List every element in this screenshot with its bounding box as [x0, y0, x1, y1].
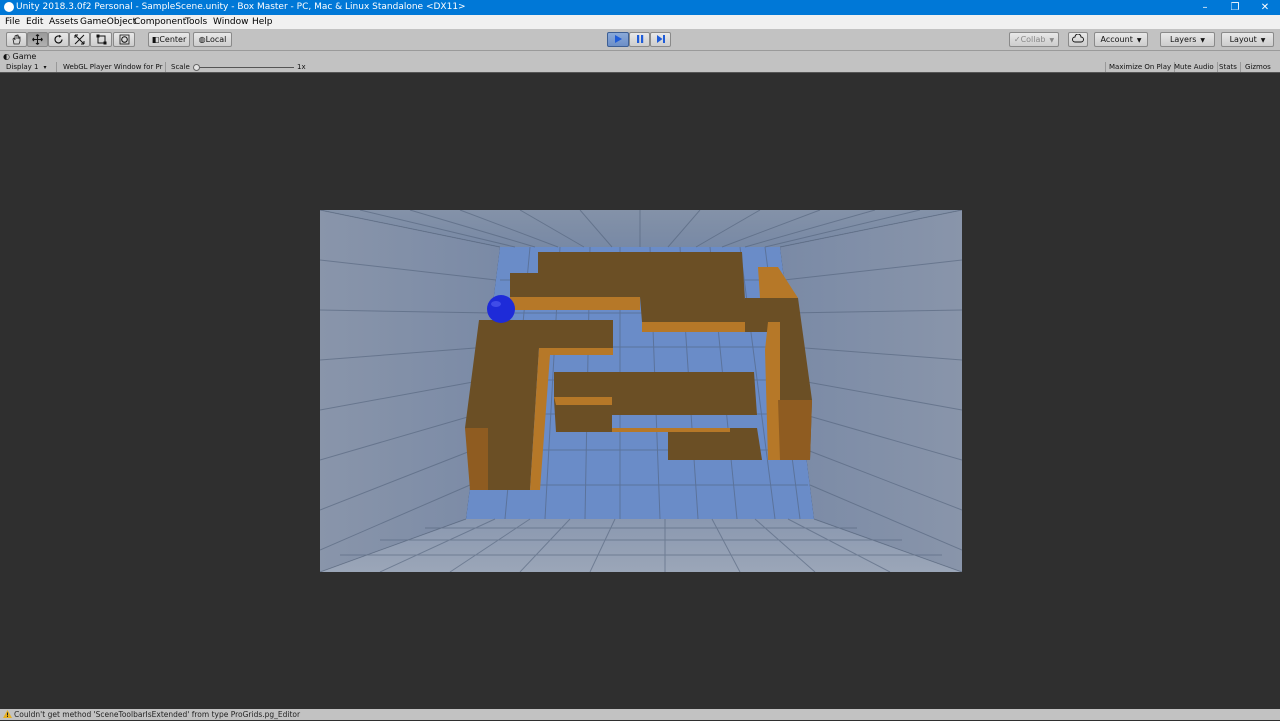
game-controller-icon: ◐ — [3, 52, 10, 61]
scale-tool-button[interactable] — [69, 32, 90, 47]
menu-component[interactable]: Component — [134, 15, 186, 29]
resolution-label: WebGL Player Window for Pr — [63, 63, 163, 71]
maze-scene — [320, 210, 962, 572]
window-title: Unity 2018.3.0f2 Personal - SampleScene.… — [16, 2, 466, 12]
layout-dropdown[interactable]: Layout ▼ — [1221, 32, 1274, 47]
menu-file[interactable]: File — [5, 15, 20, 29]
tab-game-label: Game — [12, 52, 37, 61]
transform-tool-button[interactable] — [113, 32, 135, 47]
mute-audio-toggle[interactable]: Mute Audio — [1171, 62, 1218, 72]
collab-check-icon: ✓ — [1013, 35, 1021, 44]
menu-bar: File Edit Assets GameObject Component To… — [0, 15, 1280, 29]
minimize-button[interactable]: – — [1190, 0, 1220, 15]
rect-transform-icon — [96, 34, 106, 45]
chevron-down-icon: ▼ — [1136, 37, 1142, 44]
scale-label: Scale — [171, 63, 190, 71]
window-titlebar: Unity 2018.3.0f2 Personal - SampleScene.… — [0, 0, 1280, 15]
scale-value: 1x — [297, 63, 306, 71]
rotate-icon — [54, 34, 63, 44]
chevron-down-icon: ▾ — [43, 64, 47, 71]
transform-icon — [119, 34, 129, 45]
menu-gameobject[interactable]: GameObject — [80, 15, 136, 29]
chevron-down-icon: ▼ — [1200, 37, 1206, 44]
main-toolbar: ◧Center ◍Local ✓Collab ▼ Account ▼ Layers ▼… — [0, 29, 1280, 51]
step-button[interactable] — [650, 32, 671, 47]
resolution-dropdown[interactable]: WebGL Player Window for Pr — [60, 62, 166, 72]
move-tool-button[interactable] — [27, 32, 48, 47]
move-icon — [32, 34, 43, 45]
play-button[interactable] — [607, 32, 629, 47]
menu-window[interactable]: Window — [213, 15, 249, 29]
game-viewport[interactable] — [320, 210, 962, 572]
layout-label: Layout — [1229, 35, 1257, 44]
cloud-icon — [1072, 34, 1084, 43]
layers-dropdown[interactable]: Layers ▼ — [1160, 32, 1215, 47]
console-status-bar[interactable]: Couldn't get method 'SceneToolbarIsExten… — [0, 709, 1280, 720]
rotate-tool-button[interactable] — [48, 32, 69, 47]
scale-slider-track[interactable] — [196, 67, 294, 68]
pivot-space-toggle[interactable]: ◍Local — [193, 32, 232, 47]
scale-icon — [74, 34, 85, 45]
menu-assets[interactable]: Assets — [49, 15, 78, 29]
stats-toggle[interactable]: Stats — [1216, 62, 1241, 72]
cloud-button[interactable] — [1068, 32, 1088, 47]
play-icon — [615, 35, 622, 43]
game-view-header: ◐ Game Display 1 ▾ WebGL Player Window fo… — [0, 51, 1280, 73]
chevron-down-icon: ▼ — [1260, 37, 1266, 44]
scale-slider-handle[interactable] — [193, 64, 200, 71]
warning-icon — [3, 710, 12, 721]
hand-tool-button[interactable] — [6, 32, 27, 47]
pivot-label: Center — [159, 35, 187, 44]
display-label: Display 1 — [6, 63, 39, 71]
layers-label: Layers — [1169, 35, 1197, 44]
account-label: Account — [1100, 35, 1133, 44]
close-button[interactable]: ✕ — [1250, 0, 1280, 15]
collab-dropdown[interactable]: ✓Collab ▼ — [1009, 32, 1059, 47]
player-ball — [487, 295, 515, 323]
space-label: Local — [205, 35, 227, 44]
status-message: Couldn't get method 'SceneToolbarIsExten… — [14, 710, 301, 719]
hand-icon — [12, 34, 21, 45]
step-icon — [656, 35, 665, 43]
tab-game[interactable]: ◐ Game — [3, 51, 36, 62]
rect-tool-button[interactable] — [90, 32, 112, 47]
menu-edit[interactable]: Edit — [26, 15, 43, 29]
chevron-down-icon: ▼ — [1049, 37, 1055, 44]
menu-tools[interactable]: Tools — [185, 15, 207, 29]
unity-logo-icon — [4, 2, 14, 12]
maximize-on-play-toggle[interactable]: Maximize On Play — [1105, 62, 1176, 72]
account-dropdown[interactable]: Account ▼ — [1094, 32, 1148, 47]
pause-icon — [636, 35, 643, 43]
pause-button[interactable] — [629, 32, 650, 47]
local-space-icon: ◍ — [198, 35, 206, 44]
collab-label: Collab — [1020, 35, 1046, 44]
restore-button[interactable]: ❐ — [1220, 0, 1250, 15]
pivot-center-toggle[interactable]: ◧Center — [148, 32, 190, 47]
display-dropdown[interactable]: Display 1 ▾ — [3, 62, 57, 72]
gizmos-dropdown[interactable]: Gizmos — [1242, 62, 1274, 72]
menu-help[interactable]: Help — [252, 15, 273, 29]
